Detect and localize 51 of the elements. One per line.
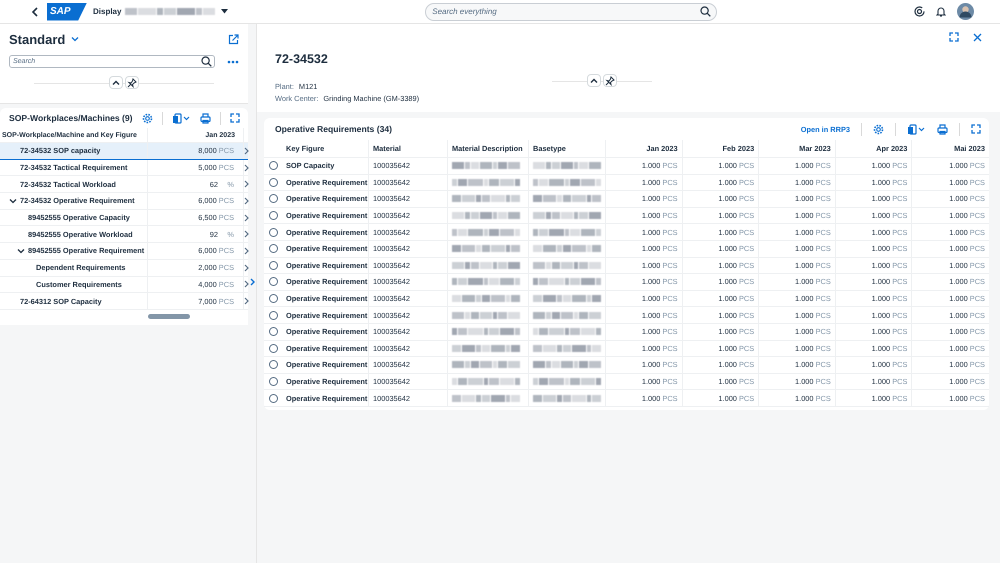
radio-button[interactable]	[268, 260, 278, 270]
expander-icon[interactable]	[17, 248, 25, 254]
expand-icon[interactable]	[250, 278, 254, 286]
radio-button[interactable]	[268, 194, 278, 204]
radio-button[interactable]	[268, 228, 278, 237]
chevron-down-icon[interactable]	[71, 36, 80, 42]
collapse-header-button[interactable]	[587, 74, 601, 87]
object-title: 72-34532	[275, 52, 329, 66]
variant-title[interactable]: Standard	[9, 32, 80, 46]
pin-icon	[127, 78, 137, 88]
radio-button[interactable]	[268, 377, 278, 386]
collapse-header-button[interactable]	[109, 76, 123, 89]
print-icon[interactable]	[937, 124, 948, 134]
close-icon[interactable]	[973, 32, 982, 42]
avatar-icon[interactable]	[957, 3, 974, 20]
table-title: SOP-Workplaces/Machines (9)	[9, 113, 133, 123]
export-icon[interactable]	[172, 112, 191, 124]
print-icon[interactable]	[200, 112, 211, 124]
pin-button[interactable]	[603, 74, 617, 87]
search-field[interactable]: Search everything	[425, 2, 718, 20]
radio-button[interactable]	[268, 294, 278, 304]
ring-icon[interactable]	[914, 6, 925, 17]
caret-icon[interactable]	[221, 9, 228, 14]
radio-button[interactable]	[268, 178, 278, 187]
radio-button[interactable]	[268, 211, 278, 220]
chevron-up-icon	[590, 78, 598, 84]
fullscreen-icon[interactable]	[949, 32, 959, 42]
back-icon[interactable]	[31, 6, 39, 16]
radio-button[interactable]	[268, 244, 278, 254]
fullscreen-icon[interactable]	[230, 113, 240, 123]
chevron-up-icon	[112, 80, 120, 86]
radio-button[interactable]	[268, 327, 278, 336]
sap-logo[interactable]: SAP	[47, 2, 87, 20]
radio-button[interactable]	[268, 161, 278, 170]
radio-button[interactable]	[268, 310, 278, 320]
radio-button[interactable]	[268, 394, 278, 403]
pin-button[interactable]	[125, 76, 139, 89]
bell-icon[interactable]	[936, 6, 946, 17]
fullscreen-icon[interactable]	[971, 124, 981, 134]
radio-button[interactable]	[268, 277, 278, 286]
radio-button[interactable]	[268, 344, 278, 353]
export-icon[interactable]	[907, 124, 926, 134]
more-icon[interactable]	[227, 60, 239, 64]
settings-icon[interactable]	[873, 124, 884, 134]
pin-icon	[605, 76, 615, 86]
radio-button[interactable]	[268, 360, 278, 370]
app-title[interactable]: Display	[93, 7, 216, 16]
expander-icon[interactable]	[9, 198, 17, 204]
table-title: Operative Requirements (34)	[275, 124, 392, 134]
settings-icon[interactable]	[142, 112, 153, 124]
share-icon[interactable]	[228, 34, 239, 44]
